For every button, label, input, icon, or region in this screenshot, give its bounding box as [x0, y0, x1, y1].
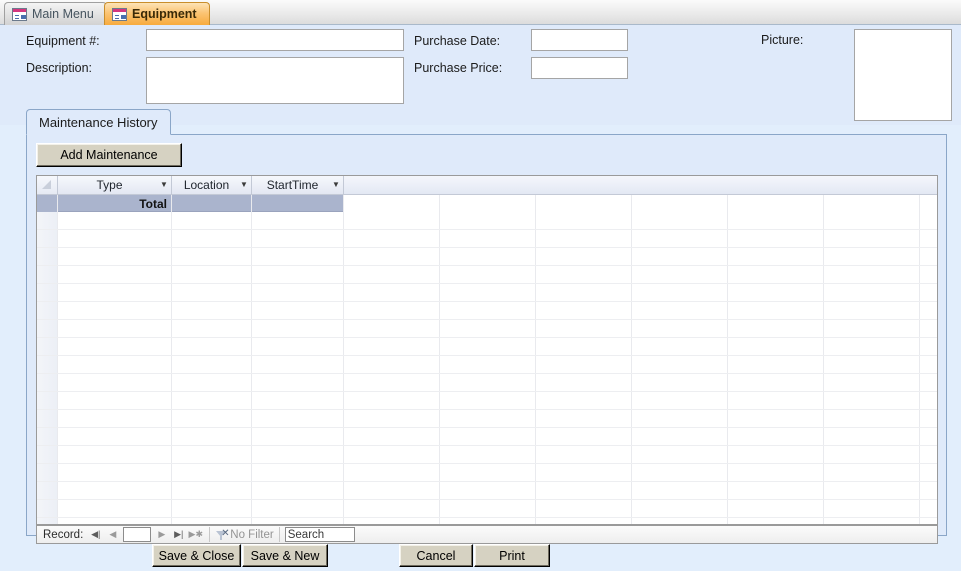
save-and-close-button[interactable]: Save & Close	[152, 544, 241, 567]
tab-main-menu-label: Main Menu	[32, 7, 94, 21]
total-row-location-cell	[172, 195, 252, 212]
tab-maintenance-history[interactable]: Maintenance History	[26, 109, 171, 135]
cancel-button-label: Cancel	[416, 548, 456, 563]
first-record-icon[interactable]: ◀|	[87, 527, 104, 542]
chevron-down-icon[interactable]: ▼	[157, 181, 171, 189]
total-row: Total	[58, 195, 344, 212]
purchase-date-label: Purchase Date:	[414, 34, 501, 48]
total-row-starttime-cell	[252, 195, 344, 212]
new-record-icon[interactable]: ▶✱	[187, 527, 204, 542]
tab-equipment-label: Equipment	[132, 7, 197, 21]
print-button[interactable]: Print	[474, 544, 550, 567]
maintenance-history-panel: Maintenance History Add Maintenance Type…	[26, 109, 947, 544]
datasheet-empty-grid	[37, 195, 937, 524]
tab-equipment[interactable]: Equipment	[104, 2, 210, 25]
save-and-new-button[interactable]: Save & New	[242, 544, 328, 567]
column-header-location-label: Location	[183, 178, 230, 192]
description-label: Description:	[26, 61, 92, 75]
picture-label: Picture:	[761, 33, 804, 47]
maintenance-datasheet[interactable]: Type ▼ Location ▼ StartTime ▼ Total	[36, 175, 938, 525]
select-all-triangle-icon	[42, 180, 51, 189]
previous-record-icon[interactable]: ◀	[104, 527, 121, 542]
total-row-label: Total	[58, 195, 172, 212]
form-icon	[12, 7, 27, 21]
filter-status-label: No Filter	[230, 528, 274, 541]
column-header-type-label: Type	[96, 178, 123, 192]
add-maintenance-button[interactable]: Add Maintenance	[36, 143, 182, 167]
column-header-starttime[interactable]: StartTime ▼	[252, 176, 344, 194]
add-maintenance-button-label: Add Maintenance	[60, 148, 158, 162]
next-record-icon[interactable]: ▶	[153, 527, 170, 542]
funnel-icon: ✕	[215, 528, 230, 541]
column-header-starttime-label: StartTime	[266, 178, 319, 192]
access-form-window: Main Menu Equipment Equipment #: Descrip…	[0, 0, 961, 571]
form-icon	[112, 7, 127, 21]
navigator-separator	[278, 527, 280, 542]
description-input[interactable]	[146, 57, 404, 104]
column-header-type[interactable]: Type ▼	[58, 176, 172, 194]
record-navigator-label: Record:	[43, 528, 84, 541]
purchase-price-label: Purchase Price:	[414, 61, 503, 75]
select-all-corner-button[interactable]	[37, 176, 58, 194]
equipment-number-label: Equipment #:	[26, 34, 100, 48]
form-action-buttons: Save & Close Save & New Cancel Print	[0, 541, 961, 571]
print-button-label: Print	[499, 548, 525, 563]
tab-main-menu[interactable]: Main Menu	[4, 2, 107, 25]
document-tab-strip: Main Menu Equipment	[0, 0, 961, 25]
tab-maintenance-history-label: Maintenance History	[39, 114, 158, 130]
cancel-button[interactable]: Cancel	[399, 544, 473, 567]
column-header-location[interactable]: Location ▼	[172, 176, 252, 194]
chevron-down-icon[interactable]: ▼	[237, 181, 251, 189]
total-row-selector[interactable]	[37, 195, 57, 212]
equipment-number-input[interactable]	[146, 29, 404, 51]
datasheet-header-row: Type ▼ Location ▼ StartTime ▼	[37, 176, 937, 195]
navigator-separator	[209, 527, 211, 542]
picture-box[interactable]	[854, 29, 952, 121]
filter-status[interactable]: ✕ No Filter	[215, 528, 274, 541]
purchase-price-input[interactable]	[531, 57, 628, 79]
chevron-down-icon[interactable]: ▼	[329, 181, 343, 189]
current-record-input[interactable]	[123, 527, 152, 542]
save-and-new-button-label: Save & New	[250, 548, 320, 563]
last-record-icon[interactable]: ▶|	[170, 527, 187, 542]
purchase-date-input[interactable]	[531, 29, 628, 51]
search-input[interactable]: Search	[284, 527, 355, 542]
save-and-close-button-label: Save & Close	[158, 548, 235, 563]
